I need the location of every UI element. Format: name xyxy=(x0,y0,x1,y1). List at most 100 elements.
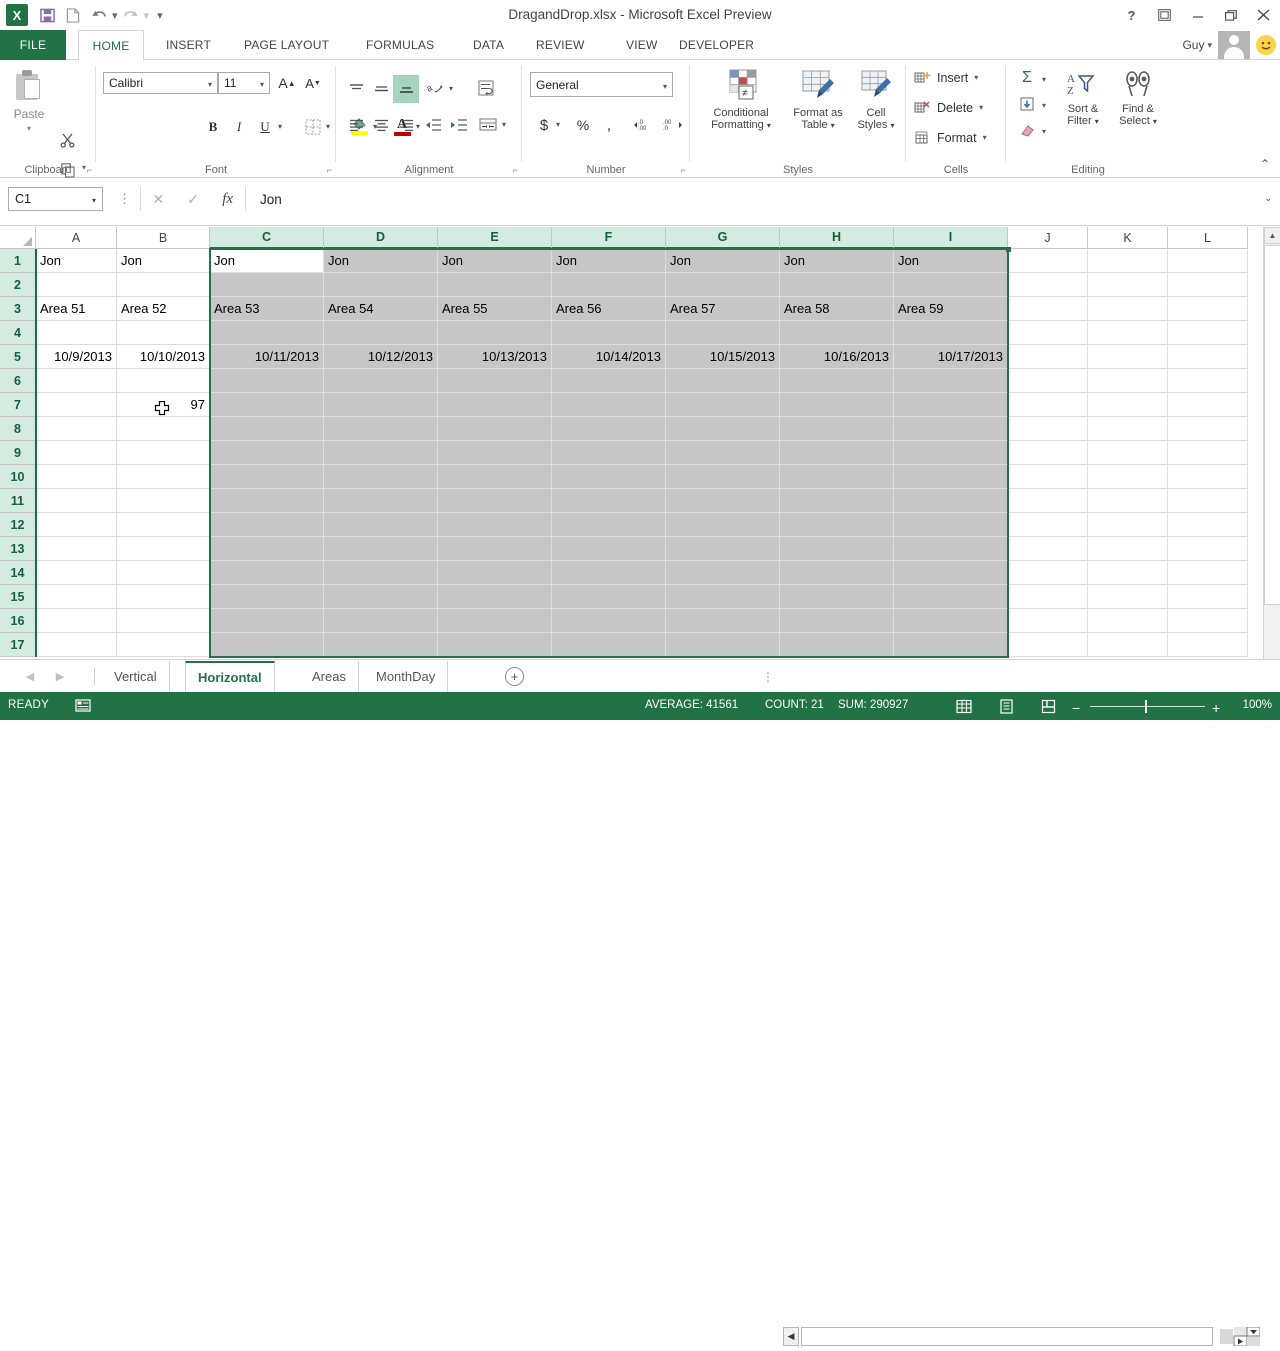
next-sheet-icon[interactable]: ▶ xyxy=(52,668,68,684)
restore-button[interactable] xyxy=(1214,1,1247,29)
enter-formula-icon[interactable]: ✓ xyxy=(176,191,211,208)
previous-sheet-icon[interactable]: ◀ xyxy=(22,668,38,684)
cut-icon[interactable] xyxy=(58,130,78,150)
cell-B1[interactable]: Jon xyxy=(117,249,210,273)
format-as-table-button[interactable]: Format as Table ▾ xyxy=(786,68,850,132)
cell-K14[interactable] xyxy=(1088,561,1168,585)
cell-L6[interactable] xyxy=(1168,369,1248,393)
decrease-decimal-icon[interactable]: .00.0 xyxy=(660,114,686,136)
tab-insert[interactable]: INSERT xyxy=(155,30,222,60)
cell-H14[interactable] xyxy=(780,561,894,585)
cell-J16[interactable] xyxy=(1008,609,1088,633)
cell-H6[interactable] xyxy=(780,369,894,393)
cell-E12[interactable] xyxy=(438,513,552,537)
align-center-icon[interactable] xyxy=(369,114,393,136)
paste-button[interactable]: Paste ▾ xyxy=(6,66,52,152)
cell-H7[interactable] xyxy=(780,393,894,417)
column-header-k[interactable]: K xyxy=(1088,227,1168,249)
cell-C4[interactable] xyxy=(210,321,324,345)
align-right-icon[interactable] xyxy=(394,114,418,136)
cell-A7[interactable] xyxy=(36,393,117,417)
cell-H9[interactable] xyxy=(780,441,894,465)
cell-I9[interactable] xyxy=(894,441,1008,465)
column-header-l[interactable]: L xyxy=(1168,227,1248,249)
underline-button[interactable]: U xyxy=(254,116,276,138)
cell-I13[interactable] xyxy=(894,537,1008,561)
cell-E15[interactable] xyxy=(438,585,552,609)
cell-E17[interactable] xyxy=(438,633,552,657)
cell-D17[interactable] xyxy=(324,633,438,657)
cell-K11[interactable] xyxy=(1088,489,1168,513)
cell-I3[interactable]: Area 59 xyxy=(894,297,1008,321)
cell-K4[interactable] xyxy=(1088,321,1168,345)
cell-A12[interactable] xyxy=(36,513,117,537)
count-status[interactable]: COUNT: 21 xyxy=(765,699,824,711)
page-layout-view-button[interactable] xyxy=(995,697,1017,715)
cell-I7[interactable] xyxy=(894,393,1008,417)
row-header-1[interactable]: 1 xyxy=(0,249,36,273)
average-status[interactable]: AVERAGE: 41561 xyxy=(645,699,738,711)
underline-dropdown-arrow-icon[interactable]: ▾ xyxy=(278,122,282,131)
record-macro-icon[interactable] xyxy=(75,698,91,713)
cell-J7[interactable] xyxy=(1008,393,1088,417)
cell-C12[interactable] xyxy=(210,513,324,537)
cell-A11[interactable] xyxy=(36,489,117,513)
autosum-icon[interactable]: Σ xyxy=(1016,68,1038,88)
row-header-3[interactable]: 3 xyxy=(0,297,36,321)
paste-dropdown-arrow-icon[interactable]: ▾ xyxy=(27,124,31,133)
cell-K13[interactable] xyxy=(1088,537,1168,561)
cell-C3[interactable]: Area 53 xyxy=(210,297,324,321)
scroll-left-button[interactable]: ◀ xyxy=(783,1327,799,1346)
cell-L14[interactable] xyxy=(1168,561,1248,585)
row-header-8[interactable]: 8 xyxy=(0,417,36,441)
zoom-slider-track[interactable] xyxy=(1090,706,1205,707)
cell-D8[interactable] xyxy=(324,417,438,441)
cell-I14[interactable] xyxy=(894,561,1008,585)
cell-I17[interactable] xyxy=(894,633,1008,657)
cell-A17[interactable] xyxy=(36,633,117,657)
cell-E1[interactable]: Jon xyxy=(438,249,552,273)
cell-L17[interactable] xyxy=(1168,633,1248,657)
zoom-in-button[interactable]: + xyxy=(1212,700,1220,716)
tab-data[interactable]: DATA xyxy=(462,30,515,60)
undo-icon[interactable] xyxy=(86,1,112,29)
cell-C17[interactable] xyxy=(210,633,324,657)
cell-A3[interactable]: Area 51 xyxy=(36,297,117,321)
cell-G10[interactable] xyxy=(666,465,780,489)
cell-area[interactable]: JonJonJonJonJonJonJonJonJonArea 51Area 5… xyxy=(36,249,1248,657)
font-name-combo[interactable]: Calibri▾ xyxy=(103,72,218,94)
cell-H3[interactable]: Area 58 xyxy=(780,297,894,321)
cell-E13[interactable] xyxy=(438,537,552,561)
font-size-combo[interactable]: 11▾ xyxy=(218,72,270,94)
row-header-17[interactable]: 17 xyxy=(0,633,36,657)
cell-H1[interactable]: Jon xyxy=(780,249,894,273)
cell-L16[interactable] xyxy=(1168,609,1248,633)
zoom-level-label[interactable]: 100% xyxy=(1243,699,1272,711)
cell-D2[interactable] xyxy=(324,273,438,297)
cell-E3[interactable]: Area 55 xyxy=(438,297,552,321)
cell-G12[interactable] xyxy=(666,513,780,537)
cell-B10[interactable] xyxy=(117,465,210,489)
row-header-14[interactable]: 14 xyxy=(0,561,36,585)
cell-H12[interactable] xyxy=(780,513,894,537)
row-header-9[interactable]: 9 xyxy=(0,441,36,465)
cell-I15[interactable] xyxy=(894,585,1008,609)
cell-C2[interactable] xyxy=(210,273,324,297)
vertical-scroll-thumb[interactable] xyxy=(1264,245,1280,605)
cell-C8[interactable] xyxy=(210,417,324,441)
cell-D7[interactable] xyxy=(324,393,438,417)
cell-J9[interactable] xyxy=(1008,441,1088,465)
cell-F13[interactable] xyxy=(552,537,666,561)
cell-F11[interactable] xyxy=(552,489,666,513)
cell-F9[interactable] xyxy=(552,441,666,465)
cell-D1[interactable]: Jon xyxy=(324,249,438,273)
cell-I12[interactable] xyxy=(894,513,1008,537)
cell-I8[interactable] xyxy=(894,417,1008,441)
avatar[interactable] xyxy=(1218,31,1250,59)
column-header-a[interactable]: A xyxy=(36,227,117,249)
cell-A4[interactable] xyxy=(36,321,117,345)
cell-B16[interactable] xyxy=(117,609,210,633)
cell-F8[interactable] xyxy=(552,417,666,441)
cell-A9[interactable] xyxy=(36,441,117,465)
cell-D9[interactable] xyxy=(324,441,438,465)
